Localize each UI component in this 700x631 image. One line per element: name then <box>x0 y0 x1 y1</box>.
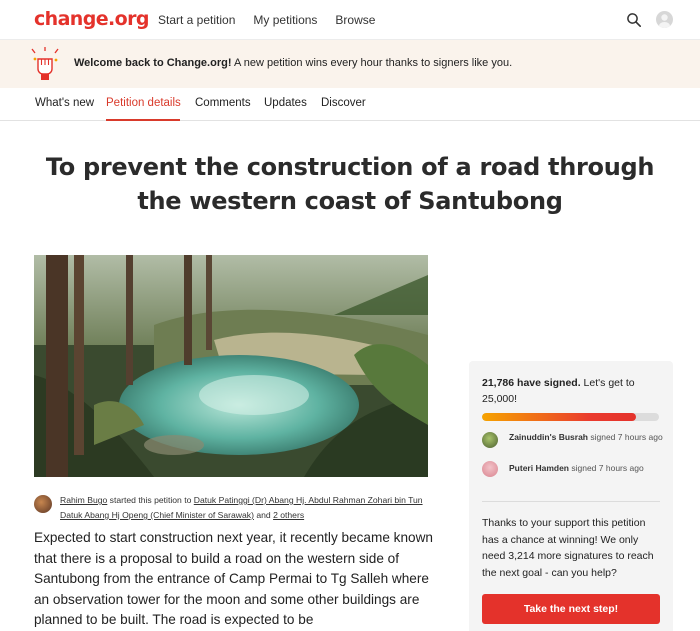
welcome-bold: Welcome back to Change.org! <box>74 57 232 69</box>
change-org-logo[interactable]: change.org <box>34 8 149 30</box>
nav-start-petition[interactable]: Start a petition <box>158 13 235 27</box>
starter-mid-text: started this petition to <box>107 495 194 505</box>
tab-discover[interactable]: Discover <box>321 97 366 109</box>
signer-name: Zainuddin's Busrah <box>509 432 588 442</box>
starter-name-link[interactable]: Rahim Bugo <box>60 495 107 505</box>
signature-progress-bar <box>482 413 659 421</box>
signer-avatar <box>482 461 498 477</box>
signature-count: 21,786 have signed. Let's get to 25,000! <box>482 375 662 407</box>
sign-card: 21,786 have signed. Let's get to 25,000!… <box>469 361 673 631</box>
petition-photo <box>34 255 428 477</box>
signer-avatar <box>482 432 498 448</box>
starter-text: Rahim Bugo started this petition to Datu… <box>60 493 440 523</box>
take-next-step-button[interactable]: Take the next step! <box>482 594 660 624</box>
signature-count-bold: 21,786 have signed. <box>482 377 581 389</box>
main-nav: Start a petition My petitions Browse <box>158 13 375 27</box>
tab-updates[interactable]: Updates <box>264 97 307 109</box>
recent-signer: Zainuddin's Busrah signed 7 hours ago <box>509 430 669 444</box>
card-divider <box>482 501 660 502</box>
tab-comments[interactable]: Comments <box>195 97 251 109</box>
petition-title: To prevent the construction of a road th… <box>45 153 655 215</box>
search-icon[interactable] <box>626 12 642 28</box>
user-avatar-icon[interactable] <box>656 11 673 28</box>
recent-signer: Puteri Hamden signed 7 hours ago <box>509 461 669 475</box>
starter-avatar[interactable] <box>34 495 52 513</box>
signature-progress-fill <box>482 413 637 421</box>
top-header: change.org Start a petition My petitions… <box>0 0 700 40</box>
tab-petition-details[interactable]: Petition details <box>106 97 181 109</box>
nav-browse[interactable]: Browse <box>335 13 375 27</box>
signer-action: signed 7 hours ago <box>588 432 663 442</box>
petition-body: Expected to start construction next year… <box>34 530 433 627</box>
tab-whats-new[interactable]: What's new <box>35 97 94 109</box>
others-link[interactable]: 2 others <box>273 510 304 520</box>
signer-action: signed 7 hours ago <box>569 463 644 473</box>
signer-name: Puteri Hamden <box>509 463 569 473</box>
welcome-rest: A new petition wins every hour thanks to… <box>231 57 513 69</box>
welcome-banner: Welcome back to Change.org! A new petiti… <box>0 40 700 88</box>
starter-and-text: and <box>253 510 274 520</box>
welcome-message: Welcome back to Change.org! A new petiti… <box>74 57 512 69</box>
nav-my-petitions[interactable]: My petitions <box>253 13 317 27</box>
raised-fist-icon <box>31 47 59 80</box>
active-tab-indicator <box>106 119 180 121</box>
support-message: Thanks to your support this petition has… <box>482 517 654 579</box>
petition-tabs: What's new Petition details Comments Upd… <box>0 88 700 121</box>
